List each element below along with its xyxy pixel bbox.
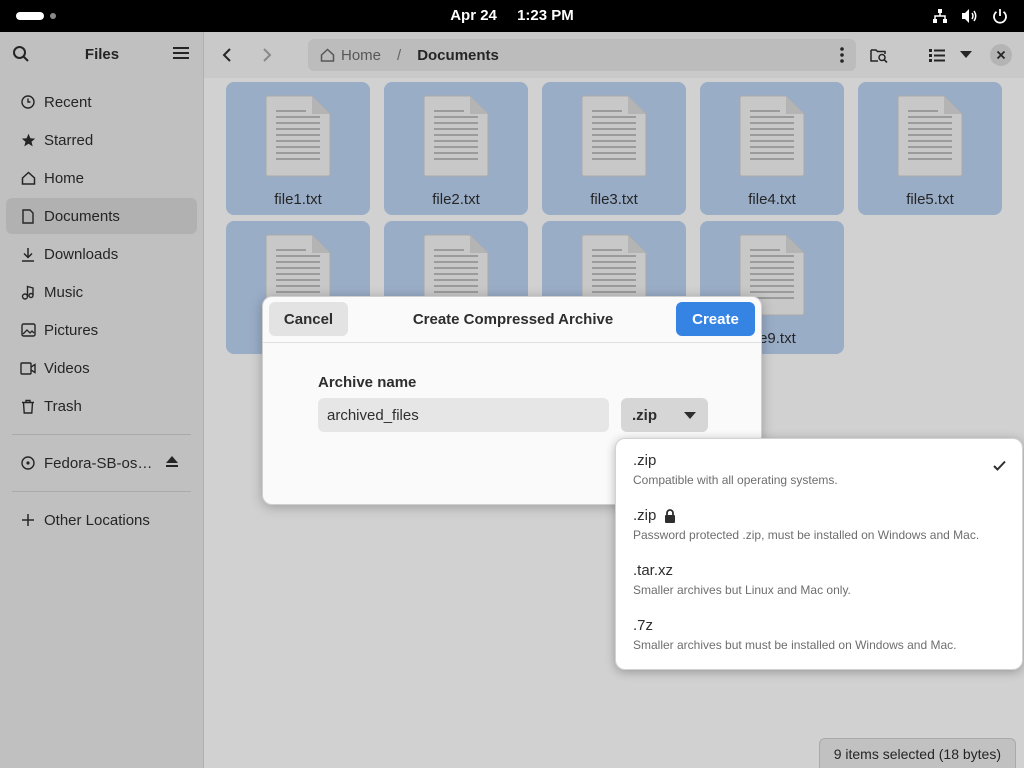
chevron-down-icon	[684, 412, 696, 419]
format-option-description: Compatible with all operating systems.	[633, 473, 838, 487]
format-option-label: .zip	[633, 452, 657, 469]
format-dropdown-value: .zip	[632, 406, 657, 424]
power-icon	[990, 6, 1010, 26]
format-option-label: .zip	[633, 507, 657, 524]
format-option-name: .zip	[633, 452, 656, 469]
system-tray[interactable]	[930, 6, 1010, 26]
volume-icon	[960, 6, 980, 26]
format-option-name: .tar.xz	[633, 562, 673, 579]
format-option-label: .tar.xz	[633, 562, 674, 579]
clock[interactable]: Apr 24 1:23 PM	[0, 7, 1024, 24]
create-button[interactable]: Create	[676, 302, 755, 336]
format-option[interactable]: .tar.xz Smaller archives but Linux and Ma…	[616, 545, 1024, 600]
checkmark-icon	[993, 460, 1006, 471]
format-dropdown[interactable]: .zip	[621, 398, 708, 432]
dialog-header: Cancel Create Compressed Archive Create	[263, 297, 761, 343]
archive-name-input[interactable]: archived_files	[318, 398, 609, 432]
network-icon	[930, 6, 950, 26]
lock-icon	[665, 508, 676, 523]
format-option-description: Password protected .zip, must be install…	[633, 528, 980, 542]
format-option-name: .7z	[633, 617, 653, 634]
time-label: 1:23 PM	[517, 7, 574, 24]
format-popover: .zip Compatible with all operating system…	[615, 438, 1023, 670]
format-option[interactable]: .zip Password protected .zip, must be ins…	[616, 490, 1024, 545]
format-option-description: Smaller archives but Linux and Mac only.	[633, 583, 851, 597]
format-option-description: Smaller archives but must be installed o…	[633, 638, 957, 652]
top-bar: Apr 24 1:23 PM	[0, 0, 1024, 32]
date-label: Apr 24	[450, 7, 497, 24]
archive-name-label: Archive name	[318, 374, 417, 391]
format-option[interactable]: .7z Smaller archives but must be installe…	[616, 600, 1024, 655]
format-option[interactable]: .zip Compatible with all operating system…	[616, 435, 1024, 490]
format-option-name: .zip	[633, 507, 676, 524]
format-option-label: .7z	[633, 617, 654, 634]
